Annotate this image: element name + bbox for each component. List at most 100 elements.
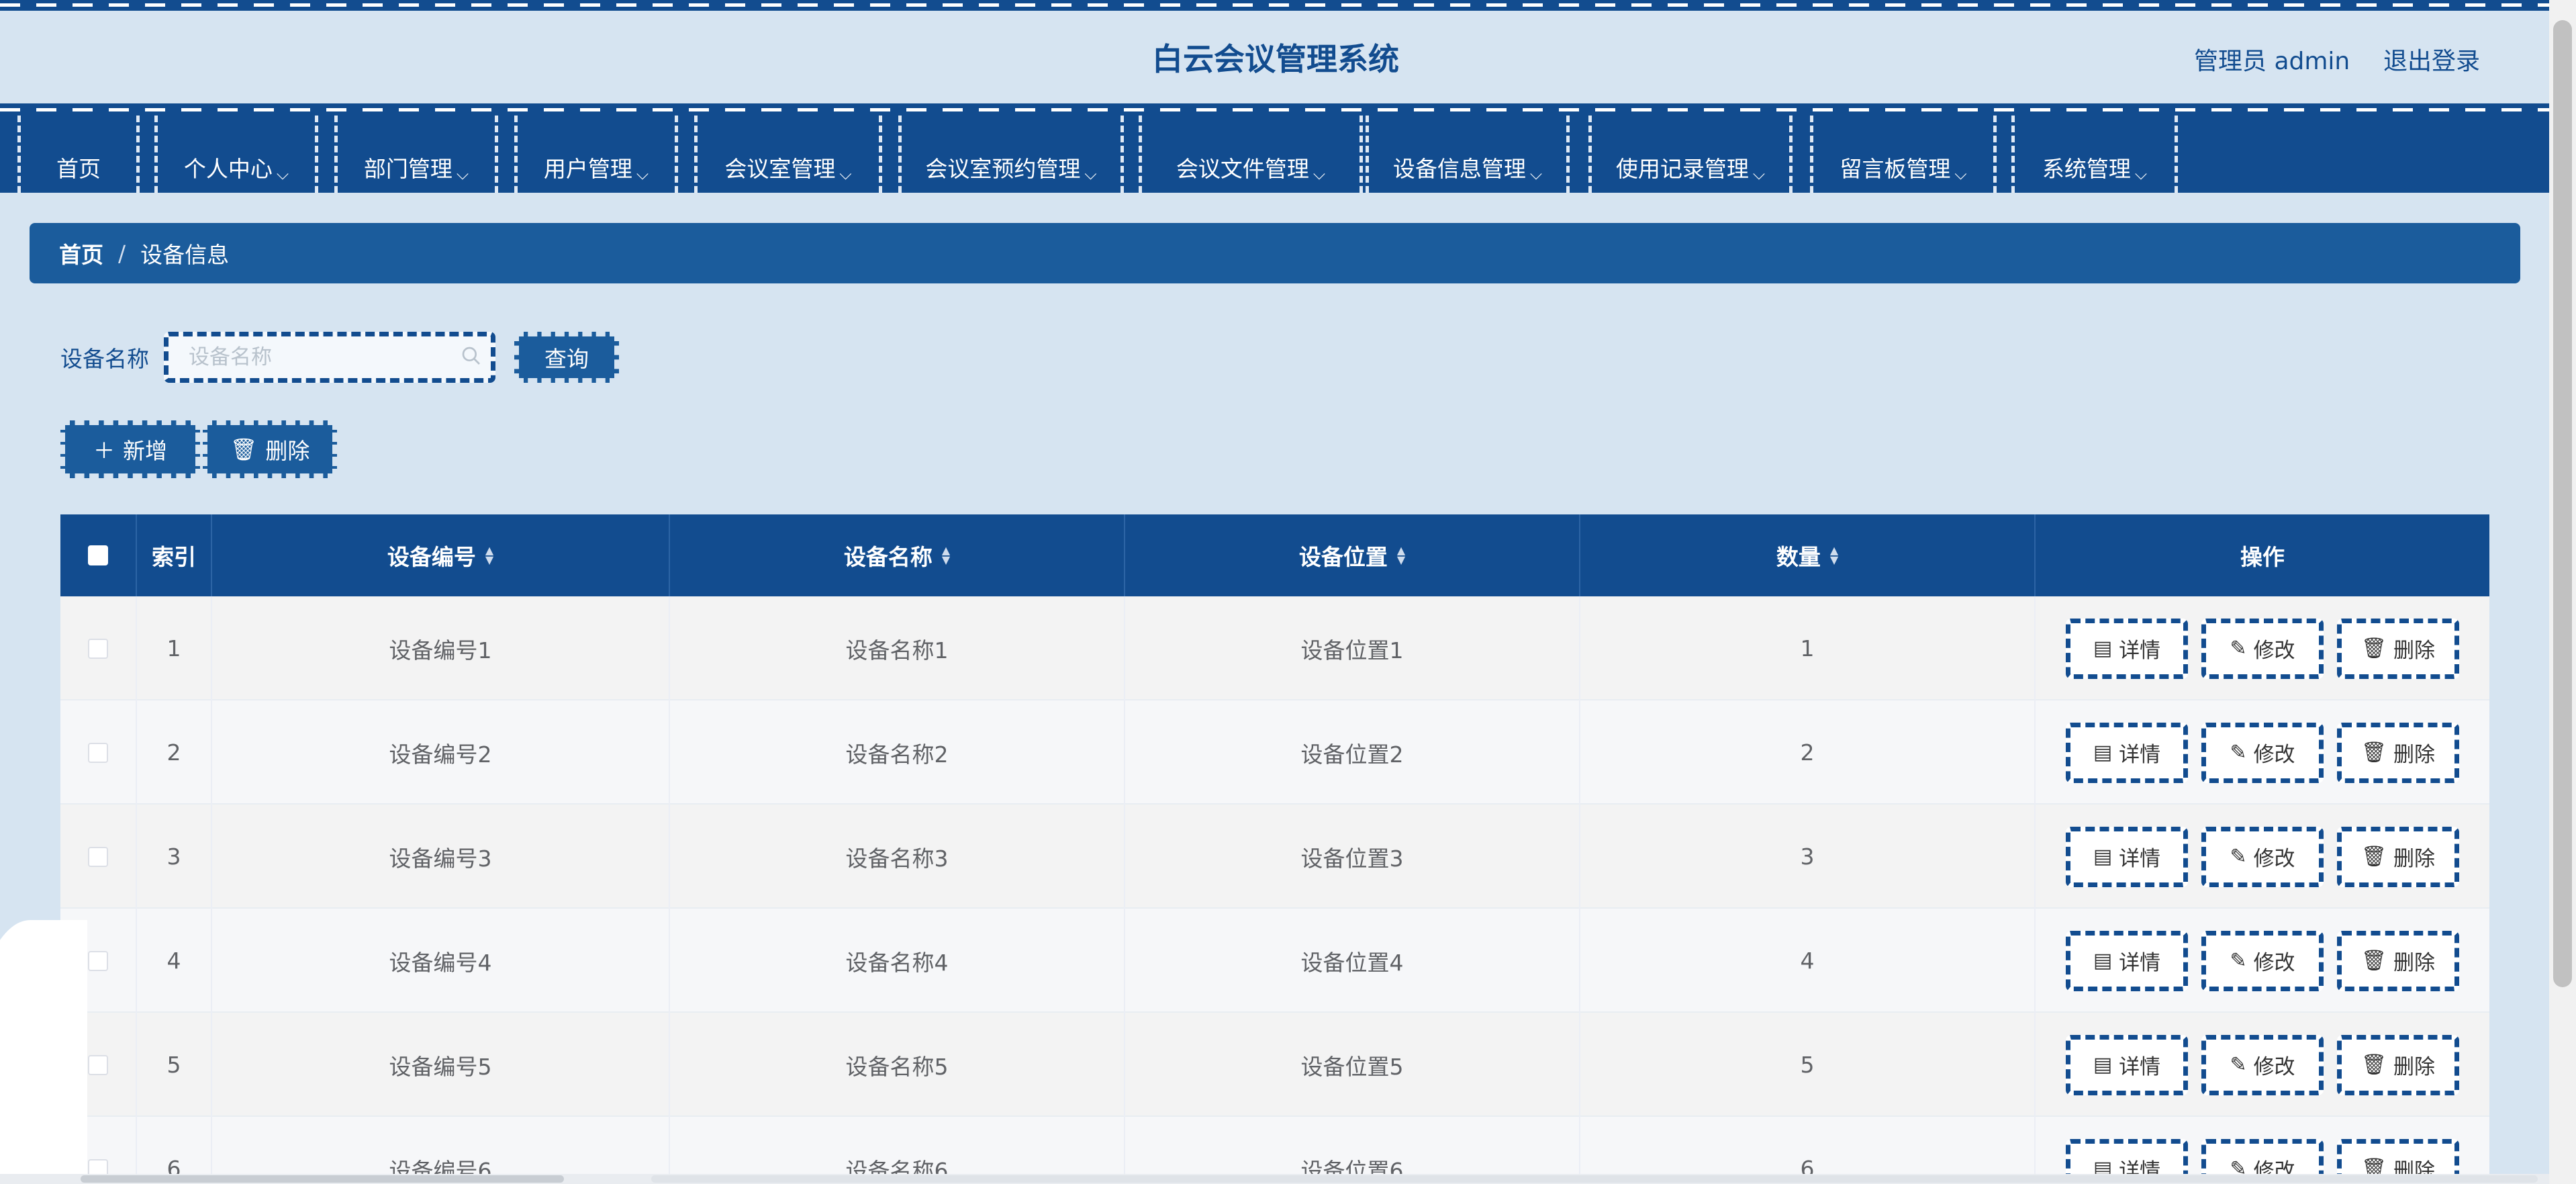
horizontal-scrollbar-segment[interactable] — [651, 1175, 2538, 1183]
cell-quantity: 3 — [1580, 805, 2036, 909]
sort-caret-icon[interactable]: ▲ ▼ — [1830, 545, 1838, 565]
chevron-down-icon: ⌵ — [276, 165, 289, 183]
query-button[interactable]: 查询 — [514, 332, 619, 383]
pencil-icon: ✎ — [2230, 949, 2247, 972]
detail-button[interactable]: ▤ 详情 — [2066, 722, 2188, 783]
column-index-label: 索引 — [152, 544, 196, 570]
equipment-table: 索引 设备编号 ▲▼ 设备名称 ▲▼ 设备位置 ▲▼ 数量 ▲▼ 操作 — [60, 514, 2489, 1184]
table-row: 5 设备编号5 设备名称5 设备位置5 5 ▤ 详情 ✎ 修改 🗑 删除 — [60, 1013, 2489, 1117]
detail-button[interactable]: ▤ 详情 — [2066, 826, 2188, 887]
nav-item-meeting-files[interactable]: 会议文件管理 ⌵ — [1139, 116, 1363, 193]
chevron-down-icon: ⌵ — [1954, 165, 1967, 183]
detail-button-label: 详情 — [2119, 951, 2161, 975]
cell-quantity: 2 — [1580, 700, 2036, 805]
detail-button-label: 详情 — [2119, 743, 2161, 767]
add-button[interactable]: ＋ 新增 — [60, 420, 200, 478]
sort-caret-icon[interactable]: ▲ ▼ — [485, 545, 493, 565]
column-quantity-label: 数量 — [1776, 544, 1821, 570]
search-icon — [462, 347, 480, 365]
breadcrumb-separator: / — [118, 240, 126, 267]
nav-item-label: 用户管理 — [543, 156, 632, 182]
edit-button-label: 修改 — [2253, 743, 2295, 767]
sort-caret-icon[interactable]: ▲ ▼ — [942, 545, 950, 565]
row-checkbox[interactable] — [88, 950, 108, 971]
edit-button[interactable]: ✎ 修改 — [2201, 826, 2324, 887]
add-button-label: 新增 — [123, 438, 167, 464]
batch-delete-button[interactable]: 🗑 删除 — [203, 420, 337, 478]
cell-location: 设备位置5 — [1125, 1013, 1580, 1117]
delete-button-label: 删除 — [2393, 1055, 2436, 1079]
cell-name: 设备名称4 — [670, 909, 1125, 1013]
plus-icon: ＋ — [93, 438, 115, 463]
cell-index: 5 — [137, 1013, 212, 1117]
detail-button[interactable]: ▤ 详情 — [2066, 1034, 2188, 1095]
nav-item-personal-center[interactable]: 个人中心 ⌵ — [154, 116, 318, 193]
cell-code: 设备编号1 — [212, 596, 670, 700]
delete-button-label: 删除 — [2393, 743, 2436, 767]
nav-item-usage-records[interactable]: 使用记录管理 ⌵ — [1588, 116, 1793, 193]
page: 白云会议管理系统 管理员 admin 退出登录 首页 个人中心 ⌵ 部门管理 ⌵ 用… — [0, 0, 2576, 1184]
row-checkbox[interactable] — [88, 846, 108, 867]
background-decoration — [0, 920, 87, 1184]
current-user[interactable]: 管理员 admin — [2194, 42, 2350, 77]
document-icon: ▤ — [2093, 637, 2113, 660]
trash-icon: 🗑 — [2360, 637, 2387, 660]
nav-item-label: 会议室预约管理 — [925, 156, 1081, 182]
trash-icon: 🗑 — [2360, 949, 2387, 972]
nav-item-room-booking[interactable]: 会议室预约管理 ⌵ — [898, 116, 1124, 193]
detail-button[interactable]: ▤ 详情 — [2066, 930, 2188, 991]
pencil-icon: ✎ — [2230, 1053, 2247, 1077]
pencil-icon: ✎ — [2230, 845, 2247, 868]
cell-code: 设备编号3 — [212, 805, 670, 909]
row-select[interactable] — [60, 700, 137, 805]
delete-button[interactable]: 🗑 删除 — [2337, 930, 2459, 991]
query-button-label: 查询 — [544, 346, 589, 372]
table-row: 4 设备编号4 设备名称4 设备位置4 4 ▤ 详情 ✎ 修改 🗑 删除 — [60, 909, 2489, 1013]
delete-button[interactable]: 🗑 删除 — [2337, 1034, 2459, 1095]
search-input[interactable] — [164, 332, 495, 383]
delete-button[interactable]: 🗑 删除 — [2337, 826, 2459, 887]
nav-item-meeting-rooms[interactable]: 会议室管理 ⌵ — [694, 116, 882, 193]
document-icon: ▤ — [2093, 1053, 2113, 1077]
nav-item-home[interactable]: 首页 — [17, 116, 140, 193]
edit-button[interactable]: ✎ 修改 — [2201, 618, 2324, 679]
detail-button[interactable]: ▤ 详情 — [2066, 618, 2188, 679]
vertical-scrollbar-thumb[interactable] — [2553, 20, 2572, 987]
cell-location: 设备位置1 — [1125, 596, 1580, 700]
nav-item-users[interactable]: 用户管理 ⌵ — [514, 116, 678, 193]
edit-button[interactable]: ✎ 修改 — [2201, 722, 2324, 783]
row-select[interactable] — [60, 596, 137, 700]
cell-name: 设备名称1 — [670, 596, 1125, 700]
nav-item-department[interactable]: 部门管理 ⌵ — [334, 116, 498, 193]
delete-button[interactable]: 🗑 删除 — [2337, 618, 2459, 679]
edit-button[interactable]: ✎ 修改 — [2201, 930, 2324, 991]
edit-button-label: 修改 — [2253, 1055, 2295, 1079]
column-actions-label: 操作 — [2240, 544, 2285, 570]
header-select-all[interactable] — [60, 514, 137, 596]
edit-button-label: 修改 — [2253, 951, 2295, 975]
nav-item-equipment[interactable]: 设备信息管理 ⌵ — [1366, 116, 1570, 193]
column-quantity[interactable]: 数量 ▲ ▼ — [1580, 514, 2036, 596]
column-location[interactable]: 设备位置 ▲ ▼ — [1125, 514, 1580, 596]
horizontal-scrollbar-thumb[interactable] — [81, 1175, 564, 1183]
nav-item-message-board[interactable]: 留言板管理 ⌵ — [1810, 116, 1997, 193]
select-all-checkbox[interactable] — [88, 545, 108, 565]
column-code[interactable]: 设备编号 ▲ ▼ — [212, 514, 670, 596]
breadcrumb: 首页 / 设备信息 — [30, 223, 2520, 283]
column-actions: 操作 — [2036, 514, 2489, 596]
column-name[interactable]: 设备名称 ▲ ▼ — [670, 514, 1125, 596]
breadcrumb-home[interactable]: 首页 — [59, 237, 103, 269]
chevron-down-icon: ⌵ — [1529, 165, 1543, 183]
detail-button-label: 详情 — [2119, 1055, 2161, 1079]
nav-item-system[interactable]: 系统管理 ⌵ — [2011, 116, 2178, 193]
row-checkbox[interactable] — [88, 742, 108, 763]
row-select[interactable] — [60, 805, 137, 909]
row-checkbox[interactable] — [88, 1054, 108, 1075]
sort-caret-icon[interactable]: ▲ ▼ — [1397, 545, 1405, 565]
logout-link[interactable]: 退出登录 — [2383, 42, 2480, 77]
row-checkbox[interactable] — [88, 638, 108, 659]
edit-button[interactable]: ✎ 修改 — [2201, 1034, 2324, 1095]
delete-button[interactable]: 🗑 删除 — [2337, 722, 2459, 783]
cell-quantity: 4 — [1580, 909, 2036, 1013]
edit-button-label: 修改 — [2253, 847, 2295, 871]
